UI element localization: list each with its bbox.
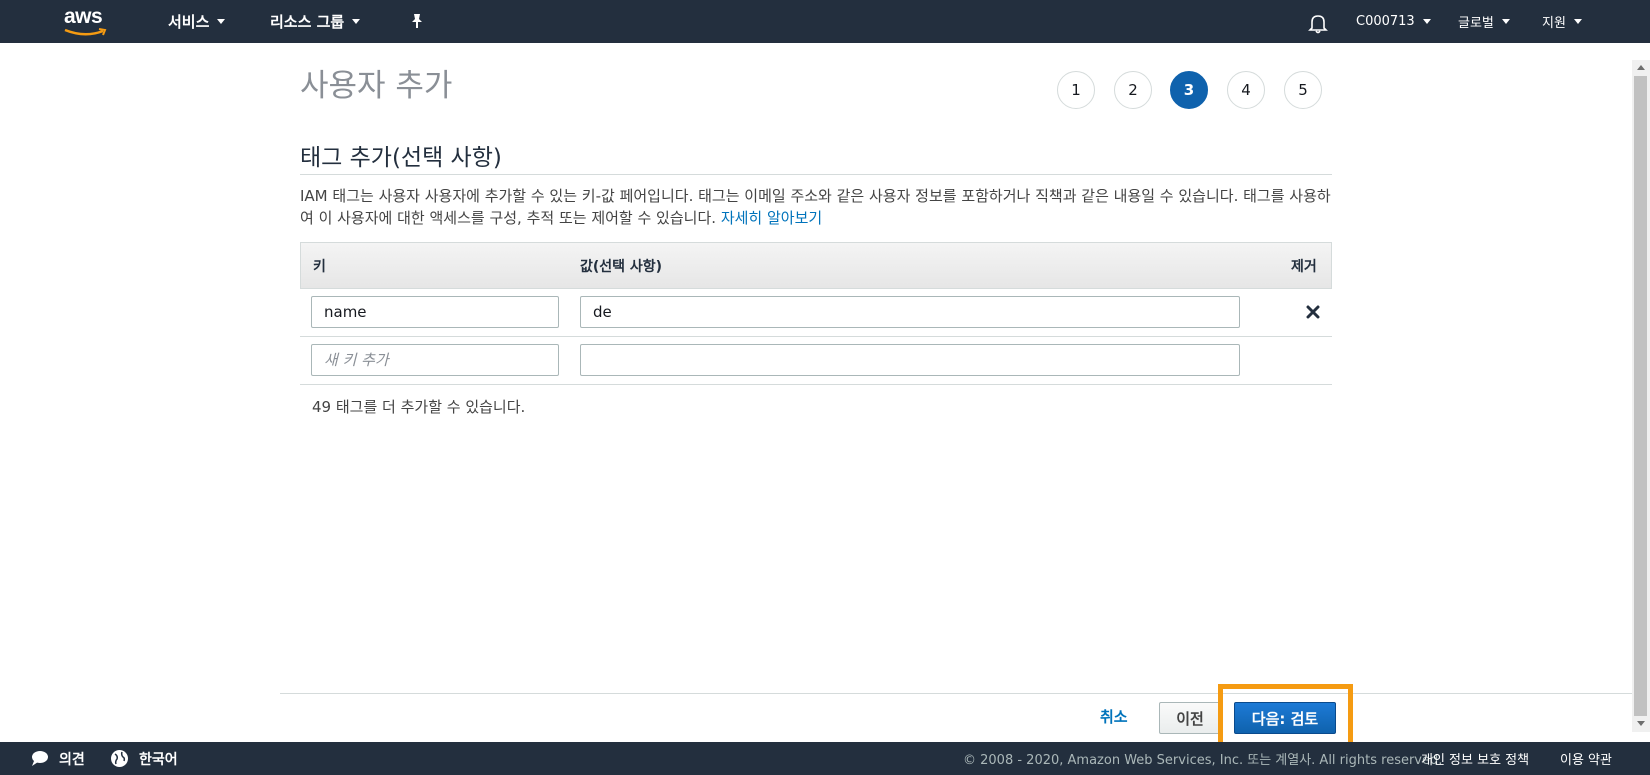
header-remove: 제거	[1291, 259, 1317, 275]
resource-groups-menu[interactable]: 리소스 그룹	[270, 0, 361, 43]
section-heading: 태그 추가(선택 사항)	[300, 145, 502, 171]
scroll-thumb[interactable]	[1634, 76, 1647, 716]
copyright-text: © 2008 - 2020, Amazon Web Services, Inc.…	[963, 753, 1443, 768]
chevron-down-icon	[352, 19, 361, 24]
smile-arrow-icon	[64, 28, 107, 36]
step-3-active[interactable]: 3	[1170, 71, 1208, 109]
section-description: IAM 태그는 사용자 사용자에 추가할 수 있는 키-값 페어입니다. 태그는…	[300, 187, 1331, 227]
cancel-button[interactable]: 취소	[1100, 706, 1128, 727]
terms-link[interactable]: 이용 약관	[1560, 742, 1612, 775]
chevron-down-icon	[1422, 19, 1431, 24]
next-review-button[interactable]: 다음: 검토	[1234, 702, 1336, 734]
privacy-policy-link[interactable]: 개인 정보 보호 정책	[1421, 742, 1529, 775]
services-menu[interactable]: 서비스	[168, 0, 226, 43]
speech-bubble-icon	[32, 751, 48, 766]
aws-logo[interactable]: aws	[62, 5, 110, 37]
step-2[interactable]: 2	[1114, 71, 1152, 109]
tags-table: 키 값(선택 사항) 제거 name de 새 키 추가	[300, 242, 1332, 385]
learn-more-link[interactable]: 자세히 알아보기	[721, 209, 822, 227]
section-divider	[300, 174, 1332, 175]
account-menu[interactable]: C000713	[1356, 0, 1431, 43]
bell-icon[interactable]	[1307, 12, 1329, 34]
header-value: 값(선택 사항)	[580, 259, 663, 275]
globe-icon	[111, 750, 128, 767]
table-row-new: 새 키 추가	[300, 337, 1332, 385]
previous-button[interactable]: 이전	[1159, 702, 1221, 734]
new-key-input[interactable]: 새 키 추가	[311, 344, 559, 376]
page-title: 사용자 추가	[300, 68, 453, 104]
language-button[interactable]: 한국어	[110, 742, 178, 775]
header-key: 키	[313, 259, 326, 275]
scroll-down-icon[interactable]	[1637, 721, 1645, 726]
chevron-down-icon	[217, 19, 226, 24]
tag-value-input[interactable]: de	[580, 296, 1240, 328]
region-menu[interactable]: 글로벌	[1458, 0, 1510, 43]
tag-key-input[interactable]: name	[311, 296, 559, 328]
scroll-up-icon[interactable]	[1637, 65, 1645, 70]
step-4: 4	[1227, 71, 1265, 109]
chevron-down-icon	[1573, 19, 1582, 24]
table-header: 키 값(선택 사항) 제거	[300, 242, 1332, 289]
new-value-input[interactable]	[580, 344, 1240, 376]
close-icon[interactable]	[1306, 305, 1320, 319]
scrollbar[interactable]	[1632, 60, 1650, 732]
action-divider	[280, 693, 1635, 694]
top-navigation: aws 서비스 리소스 그룹 C000713 글로벌 지원	[0, 0, 1650, 43]
support-menu[interactable]: 지원	[1542, 0, 1582, 43]
step-5: 5	[1284, 71, 1322, 109]
pin-icon[interactable]	[408, 12, 426, 30]
bottom-bar: 의견 한국어 © 2008 - 2020, Amazon Web Service…	[0, 742, 1650, 775]
feedback-button[interactable]: 의견	[30, 742, 85, 775]
chevron-down-icon	[1501, 19, 1510, 24]
table-row: name de	[300, 289, 1332, 337]
remaining-tags-text: 49 태그를 더 추가할 수 있습니다.	[312, 398, 526, 416]
step-1[interactable]: 1	[1057, 71, 1095, 109]
